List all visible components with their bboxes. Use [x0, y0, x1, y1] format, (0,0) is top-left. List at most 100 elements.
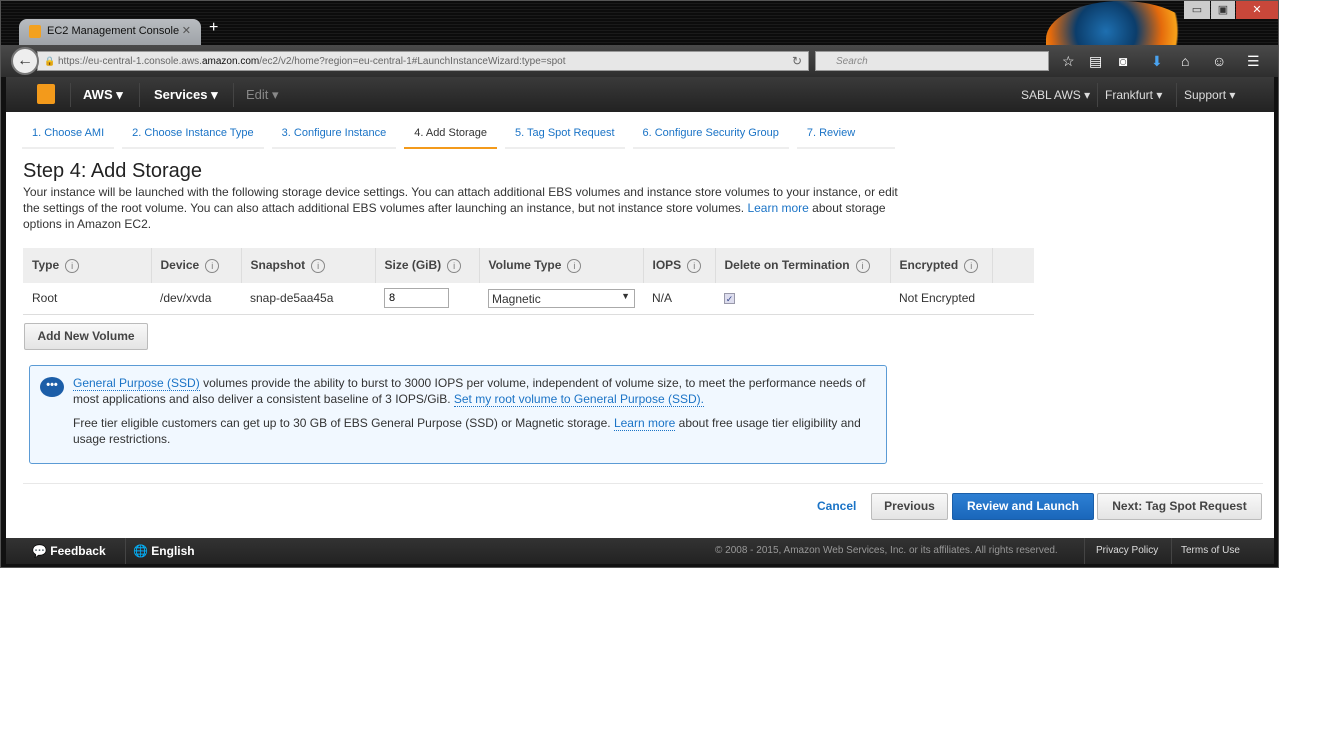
pocket-icon[interactable]: ◙ — [1119, 53, 1127, 69]
close-tab-icon[interactable]: ✕ — [182, 24, 191, 37]
wizard-steps: 1. Choose AMI 2. Choose Instance Type 3.… — [22, 124, 896, 149]
url-domain: amazon.com — [201, 56, 260, 67]
region-label: Frankfurt — [1105, 88, 1154, 102]
header-delete-on-termination: Delete on Termination i — [715, 248, 891, 283]
bookmark-star-icon[interactable]: ☆ — [1062, 53, 1075, 70]
info-icon[interactable]: i — [687, 259, 702, 273]
add-new-volume-button[interactable]: Add New Volume — [24, 323, 148, 350]
info-icon[interactable]: i — [205, 259, 220, 273]
cell-delete-on-termination: ✓ — [715, 283, 890, 315]
header-size: Size (GiB) i — [375, 248, 480, 283]
info-icon[interactable]: i — [855, 259, 870, 273]
maximize-button[interactable]: ▣ — [1211, 1, 1235, 19]
reload-icon[interactable]: ↻ — [792, 54, 802, 68]
account-label: SABL AWS — [1021, 88, 1081, 102]
volume-type-value: Magnetic — [492, 291, 541, 306]
menu-icon[interactable]: ☰ — [1247, 53, 1260, 70]
feedback-button[interactable]: 💬 Feedback — [32, 544, 106, 558]
terms-of-use-link[interactable]: Terms of Use — [1181, 545, 1240, 556]
smiley-icon[interactable]: ☺ — [1212, 53, 1226, 69]
step-choose-instance-type[interactable]: 2. Choose Instance Type — [122, 124, 264, 149]
aws-top-nav: AWS ▾ Services ▾ Edit ▾ SABL AWS ▾ Frank… — [6, 77, 1274, 112]
aws-label: AWS — [83, 87, 113, 102]
set-root-volume-link[interactable]: Set my root volume to General Purpose (S… — [453, 392, 704, 407]
cell-iops: N/A — [643, 283, 715, 315]
step-choose-ami[interactable]: 1. Choose AMI — [22, 124, 115, 149]
back-button[interactable]: ← — [11, 47, 39, 75]
account-menu[interactable]: SABL AWS ▾ — [1021, 88, 1090, 102]
previous-button[interactable]: Previous — [871, 493, 948, 520]
aws-favicon-icon — [29, 25, 41, 38]
note-paragraph: Free tier eligible customers can get up … — [73, 415, 886, 447]
language-label: English — [151, 544, 195, 558]
info-note: ••• General Purpose (SSD) volumes provid… — [29, 365, 887, 464]
close-window-button[interactable]: ✕ — [1236, 1, 1278, 19]
cell-snapshot: snap-de5aa45a — [241, 283, 375, 315]
support-menu[interactable]: Support ▾ — [1184, 88, 1235, 102]
header-volume-type: Volume Type i — [479, 248, 644, 283]
free-tier-learn-more-link[interactable]: Learn more — [613, 416, 676, 431]
url-bar[interactable]: 🔒 https://eu-central-1.console.aws.amazon… — [37, 51, 809, 71]
next-button[interactable]: Next: Tag Spot Request — [1097, 493, 1262, 520]
globe-icon: 🌐 — [133, 544, 148, 558]
feedback-label: Feedback — [50, 544, 106, 558]
aws-menu[interactable]: AWS ▾ — [83, 87, 123, 103]
main-content: 1. Choose AMI 2. Choose Instance Type 3.… — [6, 112, 1274, 538]
step-tag-spot-request[interactable]: 5. Tag Spot Request — [505, 124, 625, 149]
step-configure-instance[interactable]: 3. Configure Instance — [271, 124, 397, 149]
header-label: Device — [160, 258, 200, 272]
divider — [1171, 538, 1172, 564]
header-iops: IOPS i — [643, 248, 716, 283]
info-icon[interactable]: i — [65, 259, 80, 273]
reading-list-icon[interactable]: ▤ — [1089, 53, 1102, 70]
header-label: Snapshot — [250, 258, 306, 272]
services-menu[interactable]: Services ▾ — [154, 87, 218, 103]
divider — [70, 83, 71, 107]
volume-type-select[interactable]: Magnetic ▼ — [488, 288, 635, 308]
feedback-icon: 💬 — [32, 544, 47, 558]
cell-type: Root — [23, 283, 151, 315]
browser-toolbar: 🔒 https://eu-central-1.console.aws.amazon… — [1, 45, 1278, 77]
language-button[interactable]: 🌐 English — [133, 544, 195, 558]
header-encrypted: Encrypted i — [890, 248, 993, 283]
region-menu[interactable]: Frankfurt ▾ — [1105, 88, 1162, 102]
delete-on-termination-checkbox[interactable]: ✓ — [724, 293, 735, 305]
table-row: Root /dev/xvda snap-de5aa45a Magnetic ▼ N… — [23, 283, 1034, 315]
storage-table: Type i Device i Snapshot i Size (GiB) i Volu… — [23, 248, 1034, 315]
cell-device: /dev/xvda — [151, 283, 241, 315]
step-add-storage[interactable]: 4. Add Storage — [404, 124, 498, 149]
search-input[interactable]: Search — [815, 51, 1049, 71]
aws-logo-icon[interactable] — [37, 84, 55, 104]
privacy-policy-link[interactable]: Privacy Policy — [1096, 545, 1158, 556]
header-label: Encrypted — [899, 258, 959, 272]
info-icon[interactable]: i — [567, 259, 582, 273]
cell-encrypted: Not Encrypted — [890, 283, 992, 315]
header-label: Volume Type — [488, 258, 562, 272]
support-label: Support — [1184, 88, 1227, 102]
new-tab-button[interactable]: + — [209, 19, 218, 37]
learn-more-link[interactable]: Learn more — [747, 201, 808, 215]
download-icon[interactable]: ⬇ — [1151, 53, 1163, 70]
header-spacer — [992, 248, 1034, 283]
footer: 💬 Feedback 🌐 English © 2008 - 2015, Amaz… — [6, 538, 1274, 564]
info-icon[interactable]: i — [311, 259, 326, 273]
edit-menu[interactable]: Edit ▾ — [246, 87, 279, 103]
step-configure-security-group[interactable]: 6. Configure Security Group — [632, 124, 789, 149]
header-device: Device i — [151, 248, 242, 283]
cancel-link[interactable]: Cancel — [817, 499, 856, 513]
size-input[interactable] — [384, 288, 449, 309]
info-icon[interactable]: i — [447, 259, 462, 273]
browser-tab[interactable]: EC2 Management Console ✕ — [19, 19, 201, 45]
review-and-launch-button[interactable]: Review and Launch — [952, 493, 1094, 520]
edit-label: Edit — [246, 87, 269, 102]
home-icon[interactable]: ⌂ — [1181, 53, 1189, 69]
divider — [1176, 83, 1177, 107]
lock-icon: 🔒 — [44, 56, 56, 66]
table-header: Type i Device i Snapshot i Size (GiB) i Volu… — [23, 248, 1034, 283]
info-icon[interactable]: i — [964, 259, 979, 273]
minimize-button[interactable]: ▭ — [1184, 1, 1210, 19]
general-purpose-link[interactable]: General Purpose (SSD) — [73, 376, 200, 391]
chat-bubble-icon: ••• — [40, 377, 64, 397]
note-text: Free tier eligible customers can get up … — [73, 416, 614, 430]
step-review[interactable]: 7. Review — [796, 124, 896, 149]
